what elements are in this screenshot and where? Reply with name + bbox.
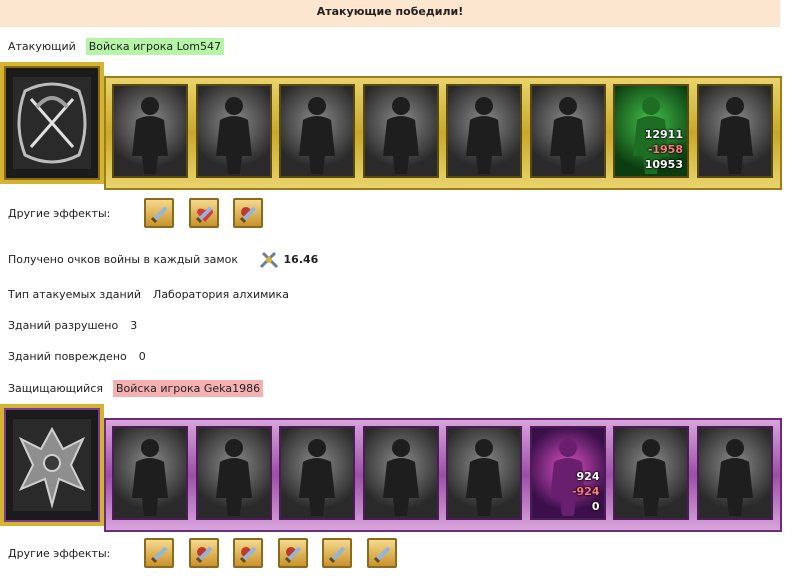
attacker-unit-stat-loss: -1958: [647, 143, 683, 156]
battle-result-banner: Атакующие победили!: [0, 0, 780, 27]
attacker-unit-stat-count: 12911: [644, 128, 683, 141]
sword-icon[interactable]: [322, 538, 352, 568]
defender-unit-spider-rider-icon[interactable]: [696, 426, 773, 520]
attacker-effects-label: Другие эффекты:: [8, 207, 111, 220]
attacker-unit-wizard-icon[interactable]: [696, 84, 773, 178]
buildings-destroyed-value: 3: [130, 319, 138, 332]
attacker-unit-spearman-icon[interactable]: [279, 84, 355, 178]
buildings-damaged-label: Зданий повреждено: [8, 350, 127, 363]
buildings-destroyed-label: Зданий разрушено: [8, 319, 119, 332]
war-points-label: Получено очков войны в каждый замок: [8, 253, 239, 266]
attacker-hero-portrait[interactable]: [0, 62, 104, 184]
defender-hero-portrait[interactable]: [0, 404, 104, 526]
attacker-army-name[interactable]: Войска игрока Lom547: [85, 38, 225, 55]
attacker-unit-griffin-icon[interactable]: [362, 84, 439, 178]
defender-army: 924 -924 0: [0, 404, 782, 534]
defender-unit-stat-count: 924: [576, 470, 600, 483]
building-type-value: Лаборатория алхимика: [153, 288, 289, 301]
defender-label: Защищающийся: [8, 382, 103, 395]
defender-effects: Другие эффекты:: [0, 538, 420, 572]
defender-unit-strip: 924 -924 0: [104, 418, 782, 532]
dragon-crest-icon: [13, 419, 91, 511]
attacker-unit-druid-icon[interactable]: 12911 -1958 10953: [613, 84, 689, 178]
fist-sword-icon[interactable]: [233, 538, 263, 568]
fist-sword-icon[interactable]: [277, 538, 308, 568]
buildings-damaged-row: Зданий повреждено 0: [8, 350, 146, 363]
heart-sword-icon[interactable]: [188, 198, 219, 228]
building-type-label: Тип атакуемых зданий: [8, 288, 142, 301]
defender-unit-stat-power: 0: [591, 500, 600, 513]
sword-icon[interactable]: [366, 538, 397, 568]
buildings-destroyed-row: Зданий разрушено 3: [8, 319, 137, 332]
defender-unit-stat-loss: -924: [571, 485, 600, 498]
sword-icon[interactable]: [144, 198, 174, 228]
buildings-damaged-value: 0: [138, 350, 146, 363]
attacker-unit-archer-icon[interactable]: [446, 84, 522, 178]
fist-sword-icon[interactable]: [233, 198, 263, 228]
attacker-row: Атакующий Войска игрока Lom547: [8, 38, 225, 55]
defender-unit-samurai-icon[interactable]: [195, 426, 272, 520]
defender-unit-demon-bird-icon[interactable]: [362, 426, 439, 520]
defender-army-name[interactable]: Войска игрока Geka1986: [113, 380, 264, 397]
attacker-effects: Другие эффекты:: [0, 198, 300, 232]
attacker-unit-strip: 12911 -1958 10953: [104, 76, 782, 190]
defender-row: Защищающийся Войска игрока Geka1986: [8, 380, 264, 397]
defender-unit-golem-icon[interactable]: [112, 426, 188, 520]
attacker-unit-stat-power: 10953: [644, 158, 683, 171]
fist-sword-icon[interactable]: [188, 538, 219, 568]
bow-crest-icon: [13, 77, 91, 169]
attacker-army: 12911 -1958 10953: [0, 62, 782, 192]
defender-effects-label: Другие эффекты:: [8, 547, 111, 560]
attacker-unit-armored-knight-icon[interactable]: [195, 84, 272, 178]
sword-icon[interactable]: [144, 538, 174, 568]
crossed-swords-icon: [258, 250, 280, 270]
war-points-row: Получено очков войны в каждый замок 16.4…: [8, 250, 318, 270]
war-points-value: 16.46: [283, 253, 319, 266]
building-type-row: Тип атакуемых зданий Лаборатория алхимика: [8, 288, 289, 301]
defender-unit-dark-archer-icon[interactable]: [446, 426, 522, 520]
defender-unit-sorcerer-icon[interactable]: 924 -924 0: [529, 426, 606, 520]
attacker-unit-priestess-icon[interactable]: [529, 84, 606, 178]
attacker-unit-dwarf-axeman-icon[interactable]: [112, 84, 188, 178]
defender-unit-warlord-icon[interactable]: [279, 426, 355, 520]
defender-unit-reaper-icon[interactable]: [613, 426, 689, 520]
attacker-label: Атакующий: [8, 40, 76, 53]
